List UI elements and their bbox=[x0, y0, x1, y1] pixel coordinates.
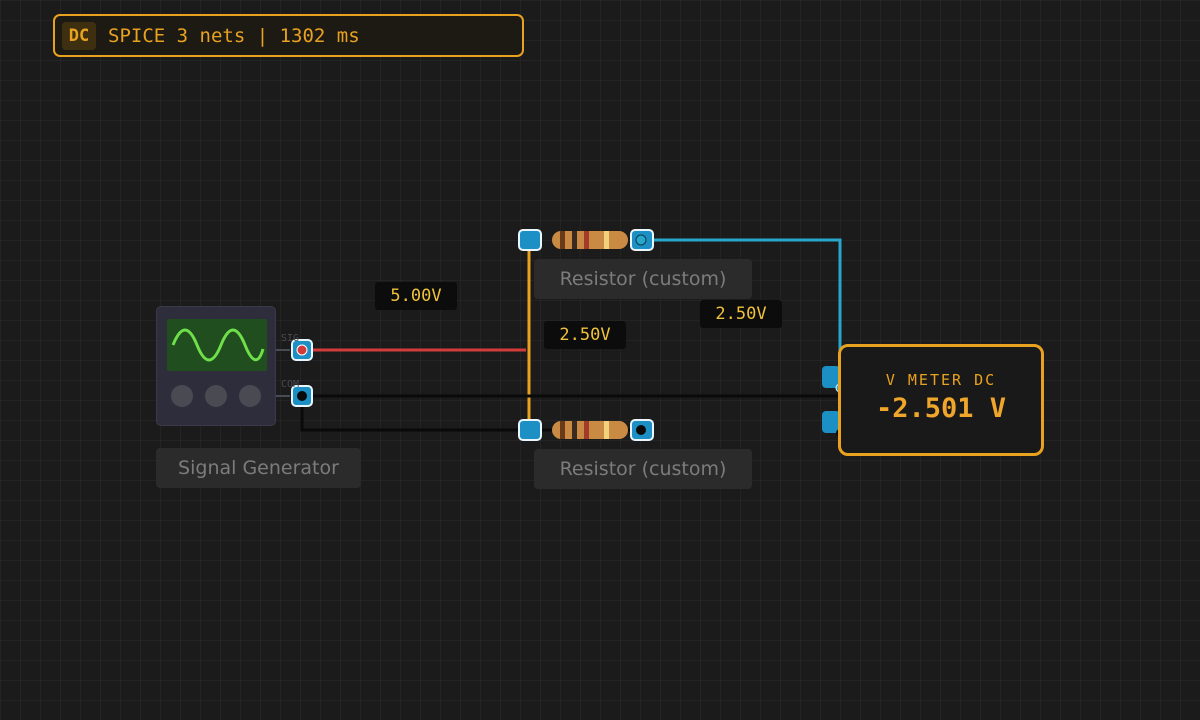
pin-resistor-top-left[interactable] bbox=[518, 229, 542, 251]
generator-knob[interactable] bbox=[171, 385, 193, 407]
junction-dot bbox=[297, 391, 307, 401]
probe-source-voltage: 5.00V bbox=[375, 282, 457, 310]
probe-meter-voltage: 2.50V bbox=[700, 300, 782, 328]
resistor-top-label: Resistor (custom) bbox=[534, 259, 752, 299]
probe-mid-voltage: 2.50V bbox=[544, 321, 626, 349]
generator-display bbox=[167, 319, 267, 371]
resistor-bottom[interactable] bbox=[552, 421, 628, 439]
resistor-bottom-label: Resistor (custom) bbox=[534, 449, 752, 489]
junction-dot bbox=[636, 425, 646, 435]
port-lead bbox=[276, 349, 290, 351]
signal-generator[interactable] bbox=[156, 306, 276, 426]
port-label-common: COM bbox=[281, 379, 300, 390]
voltmeter-reading: -2.501 V bbox=[875, 392, 1007, 424]
dc-voltmeter[interactable]: V METER DC -2.501 V bbox=[838, 344, 1044, 456]
generator-knob[interactable] bbox=[205, 385, 227, 407]
generator-knob[interactable] bbox=[239, 385, 261, 407]
voltmeter-title: V METER DC bbox=[885, 370, 997, 389]
junction-dot bbox=[296, 344, 308, 356]
signal-generator-label: Signal Generator bbox=[156, 448, 361, 488]
sine-wave-icon bbox=[171, 328, 265, 362]
port-label-signal: SIG bbox=[281, 333, 300, 344]
junction-dot bbox=[635, 234, 647, 246]
resistor-top[interactable] bbox=[552, 231, 628, 249]
pin-resistor-bottom-left[interactable] bbox=[518, 419, 542, 441]
port-lead bbox=[276, 395, 290, 397]
